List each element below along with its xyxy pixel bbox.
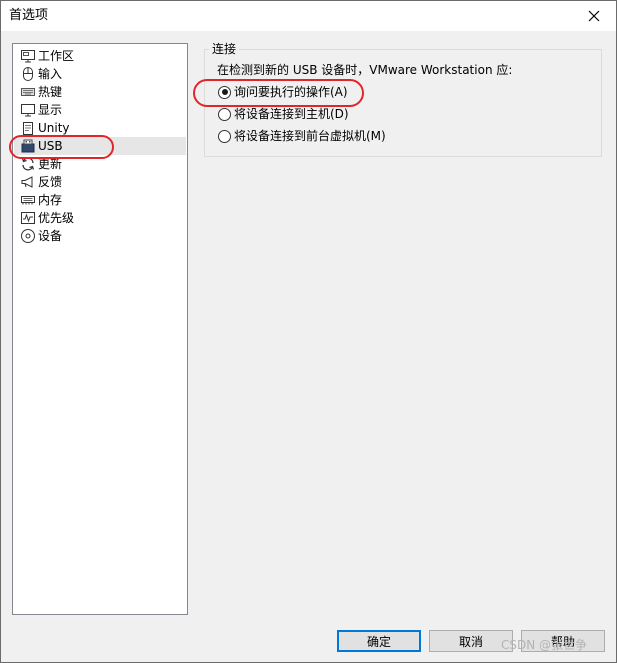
radio-label: 将设备连接到前台虚拟机(M) bbox=[234, 129, 386, 143]
close-button[interactable] bbox=[572, 1, 616, 31]
memory-icon bbox=[20, 192, 36, 208]
nav-item-input[interactable]: 输入 bbox=[14, 65, 186, 83]
megaphone-icon bbox=[20, 174, 36, 190]
nav-item-memory[interactable]: 内存 bbox=[14, 191, 186, 209]
nav-label: 设备 bbox=[38, 229, 63, 243]
device-icon bbox=[20, 228, 36, 244]
nav-item-hotkeys[interactable]: 热键 bbox=[14, 83, 186, 101]
nav-item-devices[interactable]: 设备 bbox=[14, 227, 186, 245]
nav-item-priority[interactable]: 优先级 bbox=[14, 209, 186, 227]
refresh-icon bbox=[20, 156, 36, 172]
connection-description: 在检测到新的 USB 设备时，VMware Workstation 应: bbox=[217, 63, 513, 77]
nav-label: 优先级 bbox=[38, 211, 75, 225]
nav-label: 更新 bbox=[38, 157, 63, 171]
nav-label: 反馈 bbox=[38, 175, 63, 189]
radio-ask-action[interactable]: 询问要执行的操作(A) bbox=[218, 83, 348, 101]
usb-icon bbox=[20, 138, 36, 154]
radio-label: 询问要执行的操作(A) bbox=[234, 85, 348, 99]
workspace-icon bbox=[20, 48, 36, 64]
radio-button[interactable] bbox=[218, 85, 231, 99]
nav-label: 显示 bbox=[38, 103, 63, 117]
nav-label: 热键 bbox=[38, 85, 63, 99]
nav-item-unity[interactable]: Unity bbox=[14, 119, 186, 137]
title-bar: 首选项 bbox=[1, 1, 616, 31]
nav-item-feedback[interactable]: 反馈 bbox=[14, 173, 186, 191]
nav-item-updates[interactable]: 更新 bbox=[14, 155, 186, 173]
nav-label: 工作区 bbox=[38, 49, 75, 63]
connection-group-title: 连接 bbox=[209, 41, 240, 57]
nav-item-display[interactable]: 显示 bbox=[14, 101, 186, 119]
radio-connect-foreground-vm[interactable]: 将设备连接到前台虚拟机(M) bbox=[218, 127, 386, 145]
nav-label: 输入 bbox=[38, 67, 63, 81]
close-icon bbox=[588, 10, 600, 22]
nav-label: Unity bbox=[38, 121, 70, 135]
preferences-nav-list[interactable]: 工作区 输入 热键 显示 Unity USB 更新 反馈 内存 优先级 设备 bbox=[12, 43, 188, 615]
nav-item-usb[interactable]: USB bbox=[14, 137, 186, 155]
keyboard-icon bbox=[20, 84, 36, 100]
priority-icon bbox=[20, 210, 36, 226]
radio-button[interactable] bbox=[218, 129, 231, 143]
ok-button[interactable]: 确定 bbox=[337, 630, 421, 652]
nav-item-workspace[interactable]: 工作区 bbox=[14, 47, 186, 65]
nav-label: USB bbox=[38, 139, 63, 153]
radio-button[interactable] bbox=[218, 107, 231, 121]
nav-label: 内存 bbox=[38, 193, 63, 207]
monitor-icon bbox=[20, 102, 36, 118]
watermark: CSDN @张世争 bbox=[501, 638, 588, 652]
radio-connect-host[interactable]: 将设备连接到主机(D) bbox=[218, 105, 349, 123]
window-title: 首选项 bbox=[9, 8, 49, 23]
mouse-icon bbox=[20, 66, 36, 82]
unity-icon bbox=[20, 120, 36, 136]
radio-label: 将设备连接到主机(D) bbox=[234, 107, 349, 121]
